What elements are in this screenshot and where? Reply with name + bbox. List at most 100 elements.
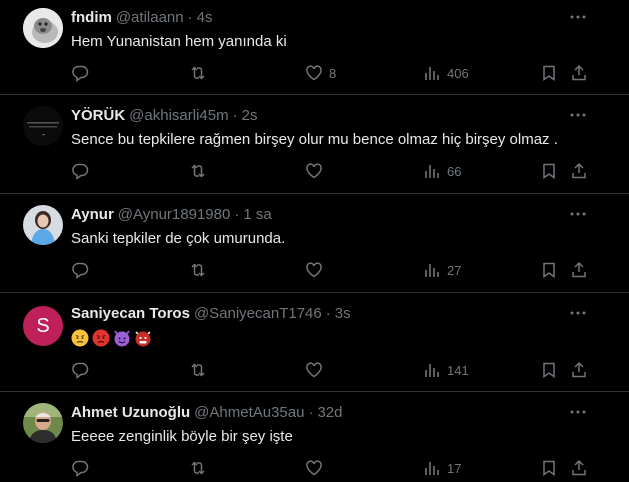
share-button[interactable] <box>570 459 588 477</box>
bookmark-button[interactable] <box>540 64 558 82</box>
more-options-icon[interactable] <box>569 304 587 322</box>
action-bar: 17 <box>71 459 591 477</box>
views-icon <box>425 462 439 475</box>
action-bar: 27 <box>71 261 591 279</box>
display-name[interactable]: YÖRÜK <box>71 107 125 124</box>
bookmark-button[interactable] <box>540 162 558 180</box>
more-options-icon[interactable] <box>569 8 587 26</box>
views-button[interactable]: 27 <box>423 261 461 279</box>
like-button[interactable] <box>305 261 323 279</box>
repost-icon <box>191 164 205 178</box>
views-button[interactable]: 17 <box>423 459 461 477</box>
separator-dot: · <box>187 9 193 26</box>
share-icon <box>572 162 586 179</box>
tweet-text <box>71 329 155 350</box>
views-button[interactable]: 406 <box>423 64 469 82</box>
user-handle[interactable]: @SaniyecanT1746 <box>194 305 322 322</box>
bookmark-icon <box>543 262 555 278</box>
share-icon <box>572 64 586 81</box>
tweet-text: Sence bu tepkilere rağmen birşey olur mu… <box>71 131 558 148</box>
repost-button[interactable] <box>189 261 207 279</box>
user-handle[interactable]: @AhmetAu35au <box>194 404 304 421</box>
like-button[interactable] <box>305 162 323 180</box>
views-icon <box>425 67 439 80</box>
heart-icon <box>306 362 322 378</box>
tweet-header: Saniyecan Toros @SaniyecanT1746 · 3s <box>71 304 351 324</box>
like-button[interactable] <box>305 459 323 477</box>
bookmark-button[interactable] <box>540 459 558 477</box>
avatar[interactable] <box>23 106 63 146</box>
share-button[interactable] <box>570 64 588 82</box>
display-name[interactable]: Saniyecan Toros <box>71 305 190 322</box>
separator-dot: · <box>232 107 238 124</box>
timestamp[interactable]: 2s <box>242 107 258 124</box>
share-icon <box>572 261 586 278</box>
action-bar: 66 <box>71 162 591 180</box>
repost-button[interactable] <box>189 361 207 379</box>
more-options-icon[interactable] <box>569 205 587 223</box>
reply-button[interactable] <box>71 64 89 82</box>
reply-icon <box>72 460 89 477</box>
angry-face-icon <box>71 329 89 347</box>
share-icon <box>572 361 586 378</box>
bookmark-button[interactable] <box>540 361 558 379</box>
tweet[interactable]: Ahmet Uzunoğlu @AhmetAu35au · 32d Eeeee zen… <box>0 393 629 482</box>
tweet[interactable]: fndim @atilaann · 4s Hem Yunanistan hem yan… <box>0 0 629 95</box>
tweet-text: Hem Yunanistan hem yanında ki <box>71 33 287 50</box>
view-count: 17 <box>447 460 462 476</box>
heart-icon <box>306 460 322 476</box>
separator-dot: · <box>308 404 314 421</box>
views-icon <box>425 364 439 377</box>
repost-button[interactable] <box>189 162 207 180</box>
views-icon <box>425 264 439 277</box>
avatar[interactable]: S <box>23 306 63 346</box>
tweet-text: Eeeee zenginlik böyle bir şey işte <box>71 428 293 445</box>
action-bar: 8 406 <box>71 64 591 82</box>
reply-button[interactable] <box>71 459 89 477</box>
avatar-letter: S <box>36 314 50 337</box>
timestamp[interactable]: 3s <box>335 305 351 322</box>
more-options-icon[interactable] <box>569 403 587 421</box>
reply-button[interactable] <box>71 261 89 279</box>
tweet-header: Aynur @Aynur1891980 · 1 sa <box>71 205 272 225</box>
bookmark-button[interactable] <box>540 261 558 279</box>
user-handle[interactable]: @Aynur1891980 <box>118 206 231 223</box>
bookmark-icon <box>543 163 555 179</box>
reply-button[interactable] <box>71 361 89 379</box>
repost-button[interactable] <box>189 459 207 477</box>
like-button[interactable] <box>305 361 323 379</box>
share-button[interactable] <box>570 261 588 279</box>
timestamp[interactable]: 32d <box>317 404 342 421</box>
ogre-icon <box>134 329 152 347</box>
heart-icon <box>306 262 322 278</box>
more-options-icon[interactable] <box>569 106 587 124</box>
share-button[interactable] <box>570 162 588 180</box>
user-handle[interactable]: @akhisarli45m <box>129 107 228 124</box>
tweet[interactable]: YÖRÜK @akhisarli45m · 2s Sence bu tepkilere… <box>0 96 629 194</box>
timestamp[interactable]: 1 sa <box>243 206 271 223</box>
like-count: 8 <box>329 65 337 81</box>
reply-button[interactable] <box>71 162 89 180</box>
display-name[interactable]: Aynur <box>71 206 114 223</box>
like-button[interactable]: 8 <box>305 64 336 82</box>
views-button[interactable]: 66 <box>423 162 461 180</box>
tweet[interactable]: S Saniyecan Toros @SaniyecanT1746 · 3s 141 <box>0 294 629 392</box>
share-button[interactable] <box>570 361 588 379</box>
tweet-text: Sanki tepkiler de çok umurunda. <box>71 230 286 247</box>
view-count: 141 <box>447 362 469 378</box>
display-name[interactable]: Ahmet Uzunoğlu <box>71 404 190 421</box>
view-count: 27 <box>447 262 462 278</box>
timestamp[interactable]: 4s <box>197 9 213 26</box>
display-name[interactable]: fndim <box>71 9 112 26</box>
avatar[interactable] <box>23 8 63 48</box>
smiling-face-with-horns-icon <box>113 329 131 347</box>
avatar[interactable] <box>23 403 63 443</box>
user-handle[interactable]: @atilaann <box>116 9 184 26</box>
avatar[interactable] <box>23 205 63 245</box>
views-button[interactable]: 141 <box>423 361 469 379</box>
repost-icon <box>191 363 205 377</box>
tweet[interactable]: Aynur @Aynur1891980 · 1 sa Sanki tepkiler d… <box>0 195 629 293</box>
repost-button[interactable] <box>189 64 207 82</box>
reply-icon <box>72 362 89 379</box>
views-icon <box>425 165 439 178</box>
